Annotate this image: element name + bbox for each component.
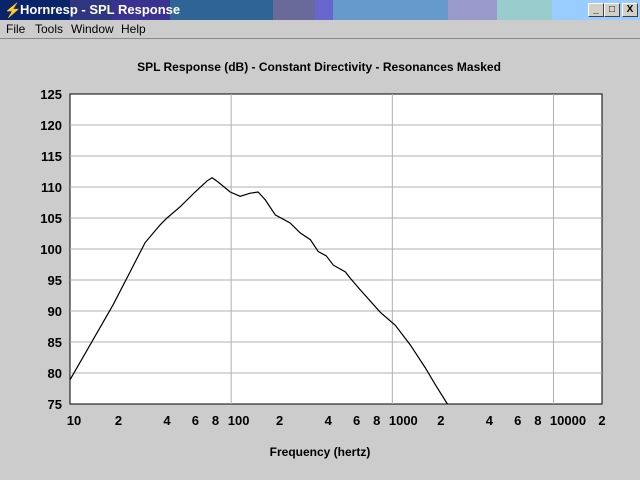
x-tick-label: 2 (276, 413, 283, 428)
x-tick-label: 8 (212, 413, 219, 428)
x-tick-label: 100 (228, 413, 250, 428)
y-tick-label: 90 (48, 304, 62, 319)
x-tick-label: 4 (486, 413, 494, 428)
y-tick-label: 125 (40, 87, 62, 102)
x-tick-label: 10 (67, 413, 81, 428)
y-tick-label: 120 (40, 118, 62, 133)
x-tick-label: 6 (353, 413, 360, 428)
x-tick-label: 2 (115, 413, 122, 428)
x-tick-label: 8 (534, 413, 541, 428)
chart-title: SPL Response (dB) - Constant Directivity… (137, 60, 501, 74)
y-tick-label: 115 (41, 149, 62, 164)
x-tick-label: 2 (437, 413, 444, 428)
x-tick-label: 1000 (389, 413, 418, 428)
x-tick-label: 6 (514, 413, 521, 428)
x-tick-label: 4 (163, 413, 171, 428)
y-tick-label: 100 (40, 242, 62, 257)
x-tick-label: 2 (598, 413, 605, 428)
x-tick-label: 10000 (550, 413, 586, 428)
x-tick-label: 4 (325, 413, 333, 428)
y-tick-label: 95 (48, 273, 62, 288)
x-tick-label: 8 (373, 413, 380, 428)
y-tick-label: 110 (41, 180, 62, 195)
x-axis-label: Frequency (hertz) (270, 445, 371, 459)
x-tick-label: 6 (192, 413, 199, 428)
y-tick-label: 75 (48, 397, 62, 412)
spl-chart: SPL Response (dB) - Constant Directivity… (40, 60, 605, 459)
y-tick-label: 105 (40, 211, 62, 226)
y-tick-label: 80 (48, 366, 62, 381)
y-tick-label: 85 (48, 335, 62, 350)
